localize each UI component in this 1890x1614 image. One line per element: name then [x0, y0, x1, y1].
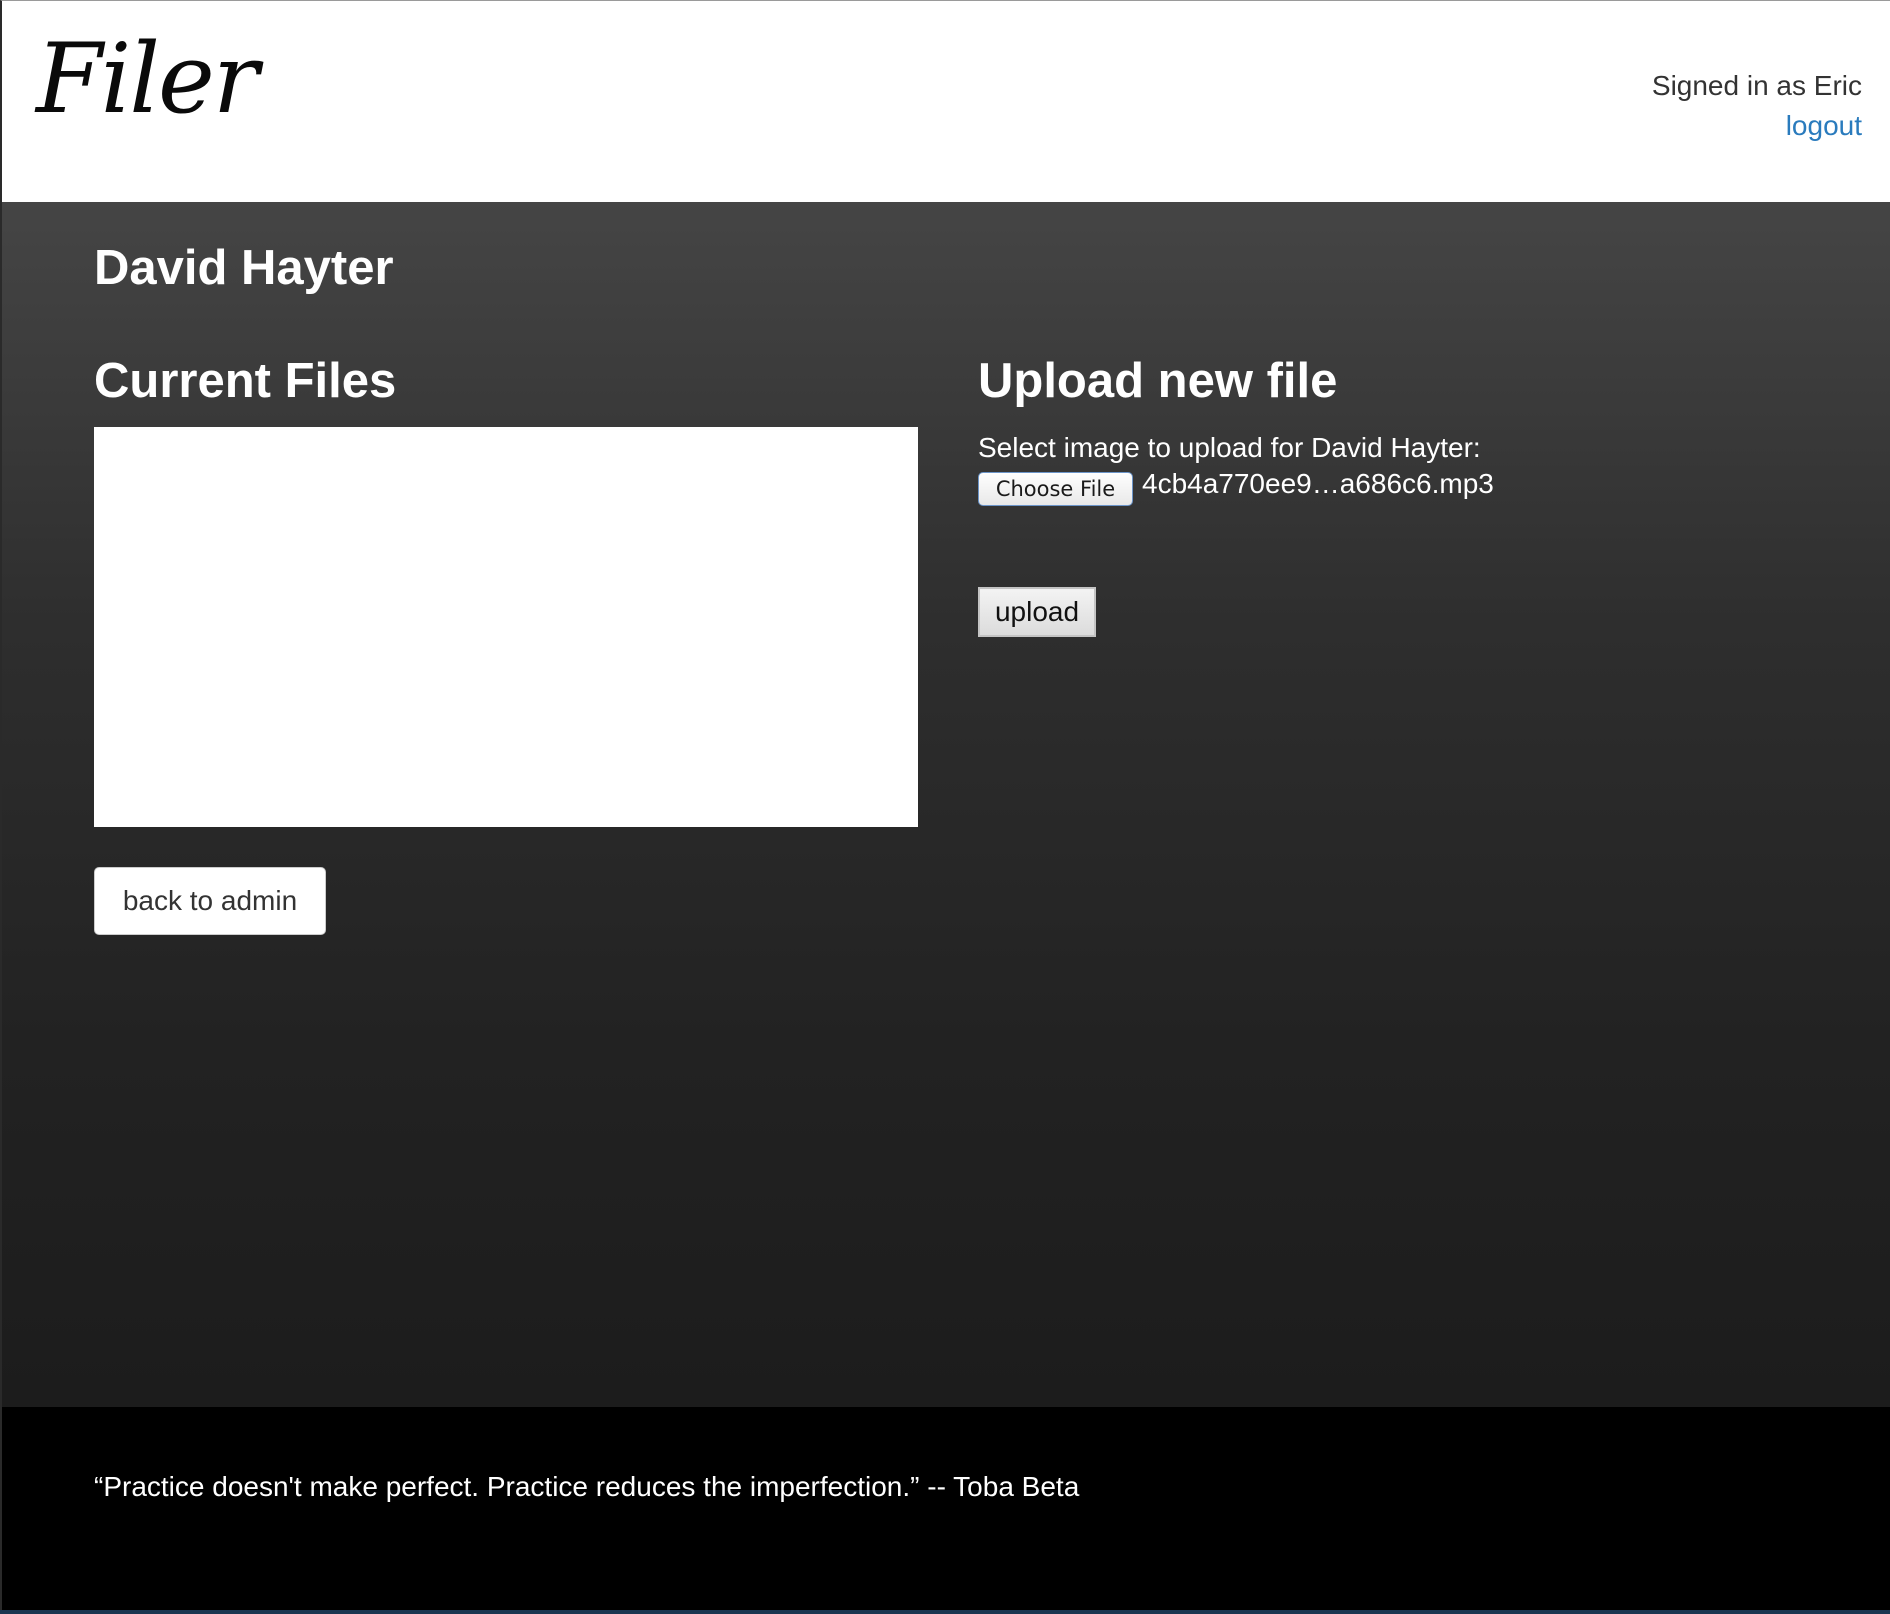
user-info: Signed in as Eric logout — [1652, 66, 1862, 146]
current-files-list — [94, 427, 918, 827]
main-content: David Hayter Current Files back to admin… — [2, 202, 1890, 1407]
back-to-admin-button[interactable]: back to admin — [94, 867, 326, 935]
site-footer: “Practice doesn't make perfect. Practice… — [2, 1407, 1890, 1610]
browser-viewport: Filer Signed in as Eric logout David Hay… — [0, 0, 1890, 1610]
upload-instructions: Select image to upload for David Hayter: — [978, 432, 1481, 463]
site-header: Filer Signed in as Eric logout — [2, 1, 1890, 202]
upload-new-file-heading: Upload new file — [978, 354, 1338, 408]
footer-quote: “Practice doesn't make perfect. Practice… — [94, 1471, 1080, 1502]
filer-logo[interactable]: Filer — [36, 31, 259, 127]
page-title: David Hayter — [94, 241, 394, 295]
upload-button[interactable]: upload — [978, 587, 1096, 637]
logout-link[interactable]: logout — [1786, 110, 1862, 141]
selected-file-name: 4cb4a770ee9…a686c6.mp3 — [1142, 468, 1494, 499]
choose-file-button[interactable]: Choose File — [978, 472, 1133, 506]
current-files-heading: Current Files — [94, 354, 397, 408]
signed-in-text: Signed in as Eric — [1651, 70, 1862, 101]
